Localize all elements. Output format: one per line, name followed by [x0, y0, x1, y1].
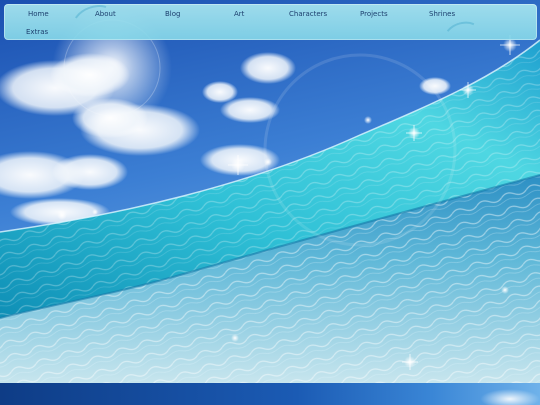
- ocean-background-image: [0, 0, 540, 385]
- light-glow: [480, 389, 540, 405]
- nav-link-extras[interactable]: Extras: [26, 28, 48, 37]
- nav-link-home[interactable]: Home: [28, 10, 49, 19]
- nav-bar: Home About Blog Art Characters Projects …: [4, 0, 537, 55]
- nav-link-about[interactable]: About: [95, 10, 116, 19]
- page: Home About Blog Art Characters Projects …: [0, 0, 540, 405]
- nav-link-projects[interactable]: Projects: [360, 10, 388, 19]
- bottom-strip: [0, 383, 540, 405]
- nav-link-characters[interactable]: Characters: [289, 10, 327, 19]
- nav-link-shrines[interactable]: Shrines: [429, 10, 455, 19]
- nav-link-art[interactable]: Art: [234, 10, 244, 19]
- nav-link-blog[interactable]: Blog: [165, 10, 180, 19]
- decorative-swirl: [68, 0, 120, 43]
